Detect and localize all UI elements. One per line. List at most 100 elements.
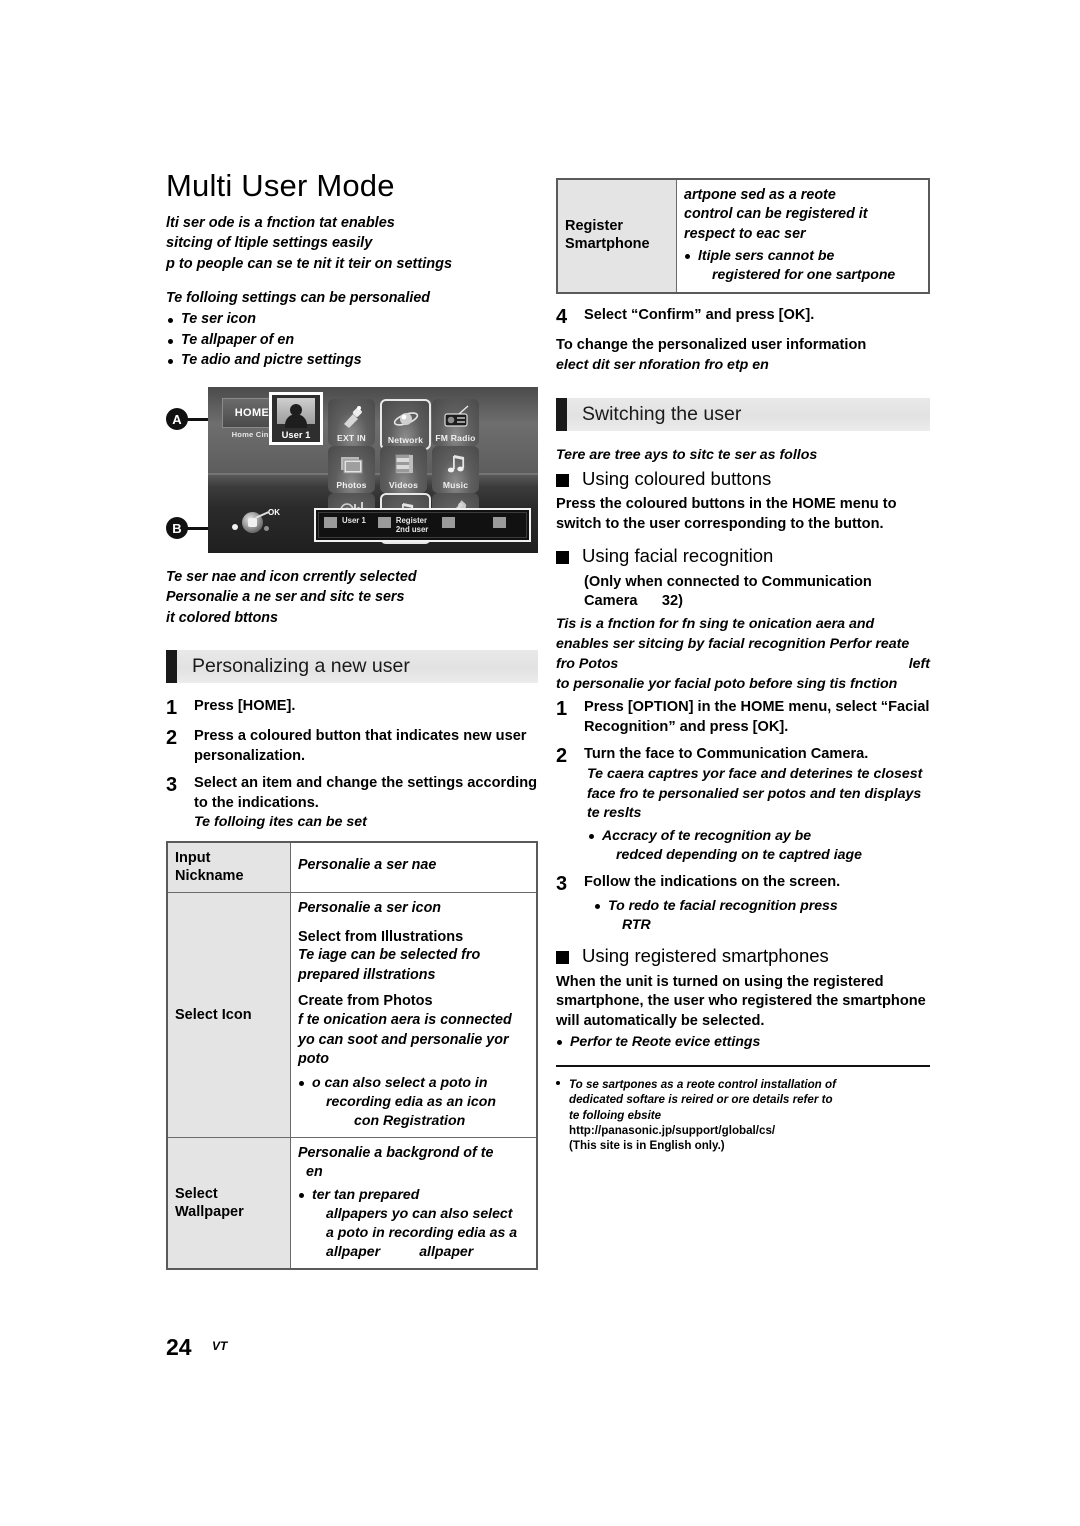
- support-url[interactable]: http://panasonic.jp/support/global/cs/: [569, 1123, 930, 1138]
- step-note: Te folloing ites can be set: [194, 814, 367, 831]
- step-4: 4 Select “Confirm” and press [OK].: [556, 306, 930, 328]
- step-body: Turn the face to Communication Camera. T…: [584, 745, 930, 864]
- colour-button-label: Register 2nd user: [395, 516, 429, 535]
- step-number: 3: [166, 774, 178, 797]
- camera-note-line2: Camera 32): [584, 593, 683, 610]
- colour-button-label: User 1: [342, 516, 366, 526]
- current-user-tile[interactable]: User 1: [269, 392, 323, 446]
- table-row: Input Nickname Personalie a ser nae: [166, 841, 538, 894]
- callout-marker-b: B: [166, 517, 188, 540]
- colour-swatch: [442, 517, 456, 529]
- page-number: 24: [166, 1334, 192, 1360]
- dial-dot-right: [264, 526, 269, 532]
- table-key: Input Nickname: [166, 841, 291, 894]
- step-text: Press [OPTION] in the HOME menu, select …: [584, 699, 930, 735]
- tv-screen: HOME Home Cinema User 1 EXT IN Network F…: [208, 387, 538, 554]
- value-line: f te onication aera is connected yo can …: [298, 1012, 512, 1068]
- square-bullet-icon: [556, 473, 569, 487]
- menu-tile-fmradio[interactable]: FM Radio: [432, 399, 479, 447]
- menu-tile-label: FM Radio: [435, 433, 476, 444]
- dial-dot-left: [232, 524, 238, 531]
- colour-swatch: [324, 517, 337, 529]
- facial-step-2: 2 Turn the face to Communication Camera.…: [556, 745, 930, 864]
- subsection-coloured-buttons: Using coloured buttons: [556, 468, 930, 490]
- registered-smartphones-bullets: Perfor te Reote evice ettings: [556, 1032, 930, 1051]
- menu-tile-label: Network: [387, 435, 424, 446]
- step-text: Press a coloured button that indicates n…: [194, 728, 527, 764]
- globe-icon: [393, 407, 419, 431]
- section-accent-bar: [556, 397, 567, 431]
- facial-body-italic: Tis is a fnction for fn sing te onicatio…: [556, 614, 930, 674]
- footnote-divider: [556, 1065, 930, 1068]
- list-item: ltiple sers cannot be registered for one…: [684, 246, 921, 284]
- camera-note-line1: (Only when connected to Communication: [584, 573, 872, 590]
- bullet-text: ltiple sers cannot be: [698, 247, 835, 264]
- menu-tile-music[interactable]: Music: [432, 446, 479, 494]
- ok-dial-icon: OK: [230, 508, 282, 534]
- menu-tile-network[interactable]: Network: [380, 399, 431, 451]
- step-number: 3: [556, 872, 568, 895]
- table-value: Personalie a ser nae: [290, 841, 538, 894]
- value-line: artpone sed as a reote: [684, 187, 836, 203]
- step-1: 1 Press [HOME].: [166, 697, 538, 719]
- colour-button-register[interactable]: Register 2nd user: [377, 516, 429, 535]
- facial-body-tail: left: [908, 656, 930, 673]
- step-bullets: To redo te facial recognition press RTR: [584, 896, 930, 934]
- intro-line-2: sitcing of ltiple settings easily: [166, 235, 373, 252]
- menu-tile-extin[interactable]: EXT IN: [328, 399, 375, 447]
- footnote-note: (This site is in English only.): [569, 1138, 725, 1152]
- footnote-line: te folloing ebsite: [569, 1108, 662, 1122]
- step4-follow-italic: elect dit ser nforation fro etp en: [556, 357, 769, 374]
- step-2: 2 Press a coloured button that indicates…: [166, 727, 538, 766]
- step-text: Press [HOME].: [194, 698, 296, 715]
- table-value: Personalie a ser icon Select from Illust…: [290, 892, 538, 1138]
- colour-button-user1[interactable]: User 1: [324, 516, 366, 529]
- value-line: Personalie a backgrond of te: [298, 1144, 494, 1161]
- value-line: control can be registered it: [684, 206, 868, 223]
- illustration-caption-1: Te ser nae and icon crrently selected: [166, 569, 417, 586]
- subsection-facial-recognition: Using facial recognition: [556, 546, 930, 567]
- menu-tile-photos[interactable]: Photos: [328, 446, 375, 494]
- user-tile-label: User 1: [281, 429, 311, 441]
- menu-tile-videos[interactable]: Videos: [380, 446, 427, 494]
- colour-button-3[interactable]: [442, 517, 456, 529]
- square-bullet-icon: [556, 551, 569, 565]
- bullet-text: Accracy of te recognition ay be: [602, 827, 812, 844]
- value-line: Personalie a ser icon: [298, 900, 442, 917]
- region-code: VT: [212, 1339, 228, 1353]
- list-item: To redo te facial recognition press RTR: [594, 896, 930, 934]
- colour-swatch: [493, 517, 507, 529]
- value-line: en: [306, 1164, 323, 1181]
- step-number: 4: [556, 305, 568, 328]
- step-body: Follow the indications on the screen. To…: [584, 873, 930, 935]
- step-text-wrap: Select an item and change the settings a…: [194, 774, 538, 833]
- right-column: Register Smartphone artpone sed as a reo…: [556, 178, 930, 1153]
- bullet-text-cont: recording edia as an icon: [326, 1092, 496, 1109]
- step-3: 3 Select an item and change the settings…: [166, 774, 538, 833]
- photo-icon: [339, 452, 365, 476]
- bullet-text-cont: allpaper allpaper: [326, 1243, 474, 1260]
- personalised-heading: Te folloing settings can be personalied: [166, 290, 431, 307]
- value-line: Te iage can be selected fro prepared ill…: [298, 947, 481, 983]
- list-item: Perfor te Reote evice ettings: [556, 1032, 930, 1051]
- settings-table: Input Nickname Personalie a ser nae Sele…: [166, 840, 538, 1271]
- dial-center: [248, 518, 257, 528]
- switching-intro: Tere are tree ays to sitc te ser as foll…: [556, 446, 818, 463]
- colour-button-4[interactable]: [493, 517, 507, 529]
- table-value: artpone sed as a reote control can be re…: [676, 178, 930, 294]
- film-icon: [391, 452, 417, 476]
- coloured-button-bar: User 1 Register 2nd user: [314, 508, 531, 543]
- section-title: Personalizing a new user: [192, 655, 410, 678]
- list-item: Accracy of te recognition ay be redced d…: [588, 826, 930, 864]
- home-menu-illustration: A B HOME Home Cinema User 1 EXT IN Netwo…: [166, 387, 538, 557]
- colour-swatch: [377, 517, 391, 529]
- section-header-switching: Switching the user: [556, 397, 930, 431]
- section-accent-bar: [166, 650, 177, 684]
- left-column: Multi User Mode lti ser ode is a fnction…: [166, 169, 538, 1271]
- step-bullets: Accracy of te recognition ay be redced d…: [584, 826, 930, 864]
- bullet-text: To redo te facial recognition press: [608, 896, 838, 913]
- square-bullet-icon: [556, 951, 569, 965]
- ok-label: OK: [268, 508, 280, 518]
- bullet-text-cont: redced depending on te captred iage: [616, 846, 862, 863]
- plug-icon: [339, 405, 365, 429]
